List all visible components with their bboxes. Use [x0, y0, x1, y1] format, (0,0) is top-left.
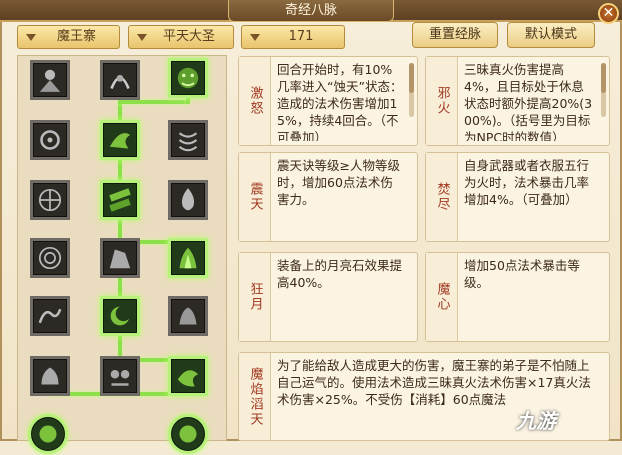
skill-card: 狂月 装备上的月亮石效果提高40%。 — [238, 252, 418, 342]
chevron-down-icon — [26, 34, 36, 41]
skill-node-icon[interactable] — [168, 296, 208, 336]
close-button[interactable]: ✕ — [598, 3, 619, 24]
skill-name: 激怒 — [239, 57, 271, 145]
skill-name: 震天 — [239, 153, 271, 241]
skill-desc: 三昧真火伤害提高4%，且目标处于休息状态时额外提高20%(300%)。（括号里为… — [464, 62, 593, 141]
skill-node-icon[interactable] — [100, 180, 140, 220]
watermark-logo: 九游 — [516, 409, 556, 433]
skill-node-icon[interactable] — [168, 414, 208, 454]
skill-node-icon[interactable] — [30, 356, 70, 396]
title-bar: 奇经八脉 — [0, 0, 622, 22]
skill-node-icon[interactable] — [168, 356, 208, 396]
skill-card: 邪火 三昧真火伤害提高4%，且目标处于休息状态时额外提高20%(300%)。（括… — [425, 56, 610, 146]
skill-card: 魔心 增加50点法术暴击等级。 — [425, 252, 610, 342]
skill-desc: 震天诀等级≥人物等级时，增加60点法术伤害力。 — [277, 158, 400, 207]
skill-card: 激怒 回合开始时，有10%几率进入“蚀天”状态：造成的法术伤害增加15%，持续4… — [238, 56, 418, 146]
chevron-down-icon — [137, 34, 147, 41]
master-value: 平天大圣 — [162, 29, 215, 44]
skill-desc: 自身武器或者衣服五行为火时，法术暴击几率增加4%。（可叠加） — [464, 158, 590, 207]
skill-node-icon[interactable] — [30, 60, 70, 100]
window-title: 奇经八脉 — [228, 0, 394, 22]
scrollbar[interactable] — [601, 63, 606, 117]
skill-node-icon[interactable] — [30, 180, 70, 220]
skill-name: 狂月 — [239, 253, 271, 341]
skill-node-icon[interactable] — [30, 238, 70, 278]
chevron-down-icon — [250, 34, 260, 41]
skill-node-icon[interactable] — [100, 356, 140, 396]
reset-meridian-button[interactable]: 重置经脉 — [412, 22, 498, 48]
default-mode-button[interactable]: 默认模式 — [507, 22, 595, 48]
skill-node-icon[interactable] — [30, 120, 70, 160]
skill-node-icon[interactable] — [168, 238, 208, 278]
school-value: 魔王寨 — [56, 29, 96, 44]
skill-desc: 装备上的月亮石效果提高40%。 — [277, 258, 403, 290]
skill-node-icon[interactable] — [168, 180, 208, 220]
skill-node-icon[interactable] — [168, 58, 208, 98]
skill-name: 魔焰滔天 — [239, 353, 271, 440]
master-dropdown[interactable]: 平天大圣 — [128, 25, 234, 49]
skill-name: 焚尽 — [426, 153, 458, 241]
skill-name: 魔心 — [426, 253, 458, 341]
level-value: 171 — [288, 29, 314, 44]
skill-desc: 回合开始时，有10%几率进入“蚀天”状态：造成的法术伤害增加15%，持续4回合。… — [277, 62, 403, 141]
school-dropdown[interactable]: 魔王寨 — [17, 25, 120, 49]
close-icon: ✕ — [602, 5, 615, 21]
skill-node-icon[interactable] — [100, 296, 140, 336]
skill-node-icon[interactable] — [168, 120, 208, 160]
scrollbar[interactable] — [409, 63, 414, 117]
skill-node-icon[interactable] — [28, 414, 68, 454]
skill-card: 震天 震天诀等级≥人物等级时，增加60点法术伤害力。 — [238, 152, 418, 242]
skill-name: 邪火 — [426, 57, 458, 145]
level-dropdown[interactable]: 171 — [241, 25, 345, 49]
skill-node-icon[interactable] — [100, 120, 140, 160]
skill-node-icon[interactable] — [30, 296, 70, 336]
skill-desc: 增加50点法术暴击等级。 — [464, 258, 580, 290]
skill-node-icon[interactable] — [100, 238, 140, 278]
skill-node-icon[interactable] — [100, 60, 140, 100]
skill-card: 焚尽 自身武器或者衣服五行为火时，法术暴击几率增加4%。（可叠加） — [425, 152, 610, 242]
